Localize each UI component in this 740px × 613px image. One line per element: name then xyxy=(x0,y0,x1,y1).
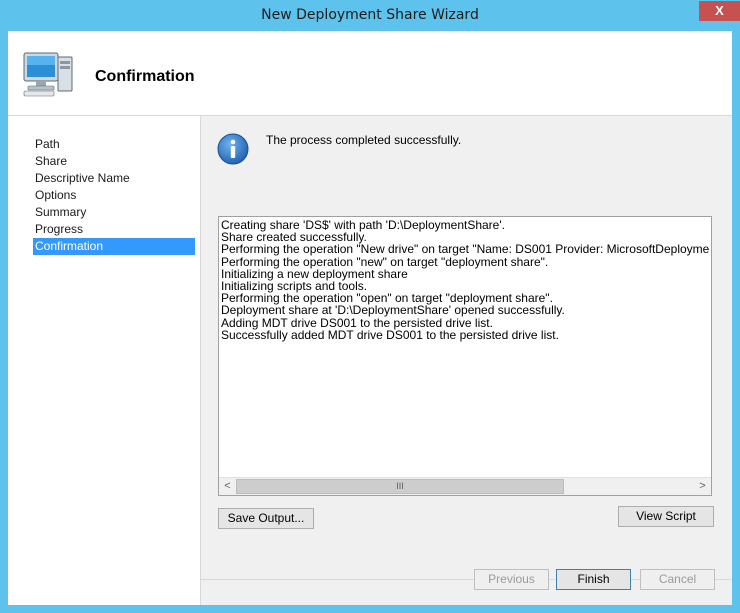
output-log-line: Adding MDT drive DS001 to the persisted … xyxy=(221,315,493,330)
title-bar[interactable]: New Deployment Share Wizard X xyxy=(0,0,740,31)
computer-icon xyxy=(23,52,73,97)
wizard-window: New Deployment Share Wizard X Confirmati… xyxy=(0,0,740,613)
close-button[interactable]: X xyxy=(699,1,740,21)
view-script-button[interactable]: View Script xyxy=(618,506,714,527)
scroll-right-arrow-icon[interactable]: > xyxy=(694,478,711,495)
wizard-content: The process completed successfully. Crea… xyxy=(201,116,732,605)
finish-button[interactable]: Finish xyxy=(556,569,631,590)
window-title: New Deployment Share Wizard xyxy=(261,7,479,23)
info-icon xyxy=(217,133,249,165)
status-message: The process completed successfully. xyxy=(266,133,462,147)
wizard-header: Confirmation xyxy=(8,31,732,116)
wizard-step-list: Path Share Descriptive Name Options Summ… xyxy=(8,116,201,605)
step-share[interactable]: Share xyxy=(33,153,195,170)
output-log-line: Performing the operation "New drive" on … xyxy=(221,242,709,257)
step-path[interactable]: Path xyxy=(33,136,195,153)
previous-button[interactable]: Previous xyxy=(474,569,549,590)
scroll-left-arrow-icon[interactable]: < xyxy=(219,478,236,495)
wizard-client-area: Confirmation Path Share Descriptive Name… xyxy=(8,31,732,605)
save-output-button[interactable]: Save Output... xyxy=(218,508,314,529)
step-options[interactable]: Options xyxy=(33,187,195,204)
output-log-text: Creating share 'DS$' with path 'D:\Deplo… xyxy=(221,219,709,476)
output-log[interactable]: Creating share 'DS$' with path 'D:\Deplo… xyxy=(218,216,712,496)
step-progress[interactable]: Progress xyxy=(33,221,195,238)
step-descriptive-name[interactable]: Descriptive Name xyxy=(33,170,195,187)
output-log-line: Successfully added MDT drive DS001 to th… xyxy=(221,327,559,342)
cancel-button[interactable]: Cancel xyxy=(640,569,715,590)
step-confirmation[interactable]: Confirmation xyxy=(33,238,195,255)
page-title: Confirmation xyxy=(95,68,195,85)
step-summary[interactable]: Summary xyxy=(33,204,195,221)
output-log-line: Performing the operation "new" on target… xyxy=(221,254,549,269)
output-log-line: Deployment share at 'D:\DeploymentShare'… xyxy=(221,303,565,318)
scrollbar-thumb[interactable]: III xyxy=(236,479,564,494)
horizontal-scrollbar[interactable]: < III > xyxy=(219,477,711,495)
